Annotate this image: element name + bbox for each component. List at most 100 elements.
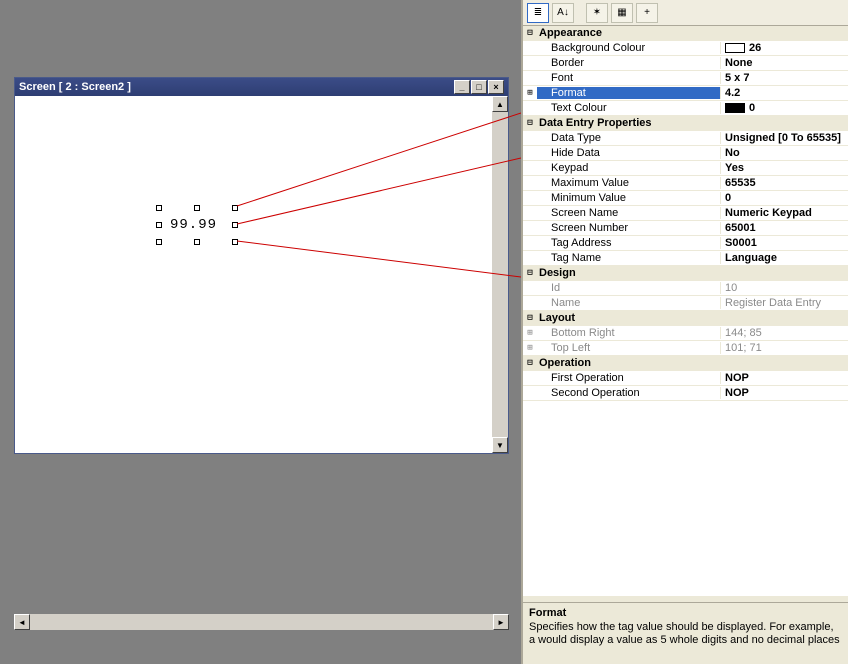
prop-label: Keypad bbox=[537, 162, 720, 174]
toolbar-button-3[interactable]: ✶ bbox=[586, 3, 608, 23]
prop-value: 10 bbox=[720, 282, 848, 294]
alphabetical-button[interactable]: A↓ bbox=[552, 3, 574, 23]
resize-handle[interactable] bbox=[194, 205, 200, 211]
prop-value: 26 bbox=[749, 42, 761, 54]
selected-field[interactable]: 99.99 bbox=[156, 205, 238, 245]
prop-value: S0001 bbox=[720, 237, 848, 249]
resize-handle[interactable] bbox=[232, 222, 238, 228]
prop-label: Tag Address bbox=[537, 237, 720, 249]
prop-border[interactable]: Border None bbox=[523, 56, 848, 71]
prop-value: 0 bbox=[720, 192, 848, 204]
property-toolbar: ≣ A↓ ✶ ▦ + bbox=[523, 0, 848, 26]
collapse-icon[interactable]: ⊟ bbox=[523, 313, 537, 323]
prop-format[interactable]: ⊞ Format 4.2 bbox=[523, 86, 848, 101]
prop-label: Second Operation bbox=[537, 387, 720, 399]
prop-label: Screen Number bbox=[537, 222, 720, 234]
prop-hide-data[interactable]: Hide Data No bbox=[523, 146, 848, 161]
property-grid[interactable]: ⊟ Appearance Background Colour 26 Border… bbox=[523, 26, 848, 596]
property-panel: ≣ A↓ ✶ ▦ + ⊟ Appearance Background Colou… bbox=[521, 0, 848, 664]
prop-tag-address[interactable]: Tag Address S0001 bbox=[523, 236, 848, 251]
prop-data-type[interactable]: Data Type Unsigned [0 To 65535] bbox=[523, 131, 848, 146]
prop-label: Minimum Value bbox=[537, 192, 720, 204]
resize-handle[interactable] bbox=[156, 205, 162, 211]
prop-label: Border bbox=[537, 57, 720, 69]
scroll-up-button[interactable]: ▲ bbox=[492, 96, 508, 112]
resize-handle[interactable] bbox=[156, 239, 162, 245]
design-canvas[interactable]: 99.99 bbox=[16, 97, 492, 452]
expand-icon[interactable]: ⊞ bbox=[523, 328, 537, 338]
window-title: Screen [ 2 : Screen2 ] bbox=[19, 81, 131, 93]
prop-value[interactable]: 4.2 bbox=[720, 87, 848, 99]
collapse-icon[interactable]: ⊟ bbox=[523, 358, 537, 368]
prop-label: Font bbox=[537, 72, 720, 84]
minimize-button[interactable]: _ bbox=[454, 80, 470, 94]
prop-value: NOP bbox=[720, 387, 848, 399]
scroll-right-button[interactable]: ► bbox=[493, 614, 509, 630]
scroll-down-button[interactable]: ▼ bbox=[492, 437, 508, 453]
vertical-scrollbar[interactable]: ▲ ▼ bbox=[492, 96, 508, 453]
prop-value: Unsigned [0 To 65535] bbox=[720, 132, 848, 144]
window-titlebar: Screen [ 2 : Screen2 ] _ □ × bbox=[15, 78, 508, 96]
colour-swatch bbox=[725, 43, 745, 53]
resize-handle[interactable] bbox=[232, 239, 238, 245]
resize-handle[interactable] bbox=[232, 205, 238, 211]
category-label: Appearance bbox=[537, 27, 848, 39]
prop-bottom-right[interactable]: ⊞ Bottom Right 144; 85 bbox=[523, 326, 848, 341]
prop-label: Maximum Value bbox=[537, 177, 720, 189]
prop-keypad[interactable]: Keypad Yes bbox=[523, 161, 848, 176]
prop-first-operation[interactable]: First Operation NOP bbox=[523, 371, 848, 386]
screen-window: Screen [ 2 : Screen2 ] _ □ × 99.99 ▲ ▼ bbox=[14, 77, 509, 454]
toolbar-button-4[interactable]: ▦ bbox=[611, 3, 633, 23]
collapse-icon[interactable]: ⊟ bbox=[523, 118, 537, 128]
prop-label: Tag Name bbox=[537, 252, 720, 264]
category-label: Design bbox=[537, 267, 848, 279]
prop-screen-number[interactable]: Screen Number 65001 bbox=[523, 221, 848, 236]
prop-value: 101; 71 bbox=[720, 342, 848, 354]
category-appearance[interactable]: ⊟ Appearance bbox=[523, 26, 848, 41]
prop-top-left[interactable]: ⊞ Top Left 101; 71 bbox=[523, 341, 848, 356]
grid-icon: ▦ bbox=[617, 7, 626, 18]
collapse-icon[interactable]: ⊟ bbox=[523, 28, 537, 38]
horizontal-scrollbar[interactable]: ◄ ► bbox=[14, 614, 509, 630]
prop-label: Format bbox=[537, 87, 720, 99]
prop-second-operation[interactable]: Second Operation NOP bbox=[523, 386, 848, 401]
category-data-entry[interactable]: ⊟ Data Entry Properties bbox=[523, 116, 848, 131]
prop-label: Background Colour bbox=[537, 42, 720, 54]
prop-value: None bbox=[720, 57, 848, 69]
resize-handle[interactable] bbox=[156, 222, 162, 228]
prop-label: Data Type bbox=[537, 132, 720, 144]
prop-font[interactable]: Font 5 x 7 bbox=[523, 71, 848, 86]
categorized-button[interactable]: ≣ bbox=[527, 3, 549, 23]
plus-icon: + bbox=[644, 7, 650, 18]
categorized-icon: ≣ bbox=[534, 7, 542, 18]
category-operation[interactable]: ⊟ Operation bbox=[523, 356, 848, 371]
prop-text-colour[interactable]: Text Colour 0 bbox=[523, 101, 848, 116]
prop-background-colour[interactable]: Background Colour 26 bbox=[523, 41, 848, 56]
prop-value: 65001 bbox=[720, 222, 848, 234]
expand-icon: ✶ bbox=[593, 7, 601, 18]
colour-swatch bbox=[725, 103, 745, 113]
prop-value: 0 bbox=[749, 102, 755, 114]
toolbar-button-5[interactable]: + bbox=[636, 3, 658, 23]
prop-id: Id 10 bbox=[523, 281, 848, 296]
prop-maximum-value[interactable]: Maximum Value 65535 bbox=[523, 176, 848, 191]
scroll-left-button[interactable]: ◄ bbox=[14, 614, 30, 630]
maximize-button[interactable]: □ bbox=[471, 80, 487, 94]
collapse-icon[interactable]: ⊟ bbox=[523, 268, 537, 278]
prop-label: Screen Name bbox=[537, 207, 720, 219]
category-layout[interactable]: ⊟ Layout bbox=[523, 311, 848, 326]
prop-value: Register Data Entry bbox=[720, 297, 848, 309]
prop-value: No bbox=[720, 147, 848, 159]
prop-tag-name[interactable]: Tag Name Language bbox=[523, 251, 848, 266]
prop-minimum-value[interactable]: Minimum Value 0 bbox=[523, 191, 848, 206]
resize-handle[interactable] bbox=[194, 239, 200, 245]
prop-value: 65535 bbox=[720, 177, 848, 189]
expand-icon[interactable]: ⊞ bbox=[523, 343, 537, 353]
expand-icon[interactable]: ⊞ bbox=[523, 88, 537, 98]
category-design[interactable]: ⊟ Design bbox=[523, 266, 848, 281]
prop-screen-name[interactable]: Screen Name Numeric Keypad bbox=[523, 206, 848, 221]
prop-label: Bottom Right bbox=[537, 327, 720, 339]
close-button[interactable]: × bbox=[488, 80, 504, 94]
field-value: 99.99 bbox=[170, 217, 217, 233]
description-title: Format bbox=[529, 607, 842, 619]
